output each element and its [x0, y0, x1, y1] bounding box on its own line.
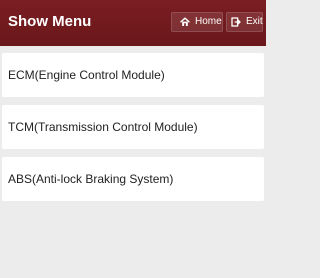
- show-menu-screen: Show Menu Home Exit ECM(Engine Control M: [0, 0, 266, 278]
- menu-item-label: ABS(Anti-lock Braking System): [8, 172, 174, 186]
- menu-item-label: ECM(Engine Control Module): [8, 68, 165, 82]
- home-button[interactable]: Home: [171, 12, 223, 32]
- exit-button[interactable]: Exit: [226, 12, 263, 32]
- menu-item-label: TCM(Transmission Control Module): [8, 120, 198, 134]
- exit-button-label: Exit: [246, 16, 263, 27]
- page-title: Show Menu: [8, 13, 92, 30]
- menu-item-abs[interactable]: ABS(Anti-lock Braking System): [2, 157, 264, 201]
- home-button-label: Home: [195, 16, 222, 27]
- menu-item-ecm[interactable]: ECM(Engine Control Module): [2, 53, 264, 97]
- exit-icon: [231, 17, 241, 27]
- home-icon: [180, 17, 190, 27]
- header-bar: Show Menu Home Exit: [0, 0, 266, 46]
- menu-list: ECM(Engine Control Module) TCM(Transmiss…: [0, 53, 266, 209]
- menu-item-tcm[interactable]: TCM(Transmission Control Module): [2, 105, 264, 149]
